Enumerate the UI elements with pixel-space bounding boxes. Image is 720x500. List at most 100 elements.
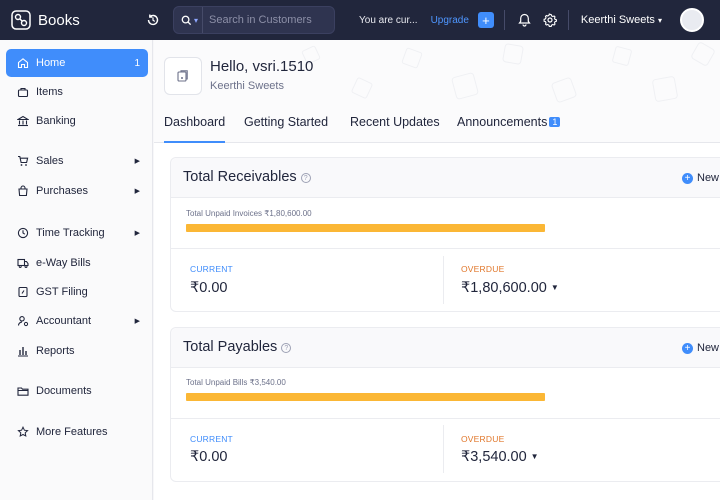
tab-label: Recent Updates (350, 115, 440, 129)
sidebar-item-label: e-Way Bills (36, 257, 91, 269)
sidebar: Home 1 Items Banking Sales ▶ Purchases ▶… (0, 40, 153, 500)
brand[interactable]: Books (0, 0, 154, 40)
sidebar-item-label: Time Tracking (36, 227, 105, 239)
org-logo-placeholder[interactable] (164, 57, 202, 95)
sidebar-item-items[interactable]: Items (6, 78, 148, 106)
unpaid-bills-label: Total Unpaid Bills ₹3,540.00 (186, 378, 286, 387)
announcements-count-badge: 1 (549, 117, 561, 127)
expand-arrow-icon[interactable]: ▶ (135, 187, 140, 195)
overdue-amount[interactable]: ₹3,540.00 ▼ (461, 449, 539, 465)
plus-icon: + (482, 12, 490, 28)
card-header: Total Receivables? + New (171, 158, 720, 198)
sidebar-item-label: Sales (36, 155, 64, 167)
divider (171, 248, 720, 249)
plus-circle-icon: + (682, 172, 693, 184)
star-icon (16, 425, 30, 439)
unpaid-invoices-label: Total Unpaid Invoices ₹1,80,600.00 (186, 209, 312, 218)
recent-history-icon[interactable] (143, 10, 163, 30)
notifications-bell-icon[interactable] (517, 12, 533, 28)
tab-getting-started[interactable]: Getting Started (244, 115, 328, 143)
overdue-bar-fill (186, 393, 545, 401)
payables-card: Total Payables? + New Total Unpaid Bills … (170, 327, 720, 482)
sidebar-item-label: Home (36, 57, 66, 69)
search-input[interactable] (203, 14, 324, 26)
caret-down-icon[interactable]: ▼ (531, 452, 539, 461)
receivables-title: Total Receivables (183, 169, 297, 185)
dashboard-header: Hello, vsri.1510 Keerthi Sweets Dashboar… (154, 40, 720, 143)
accountant-icon (16, 314, 30, 328)
tab-label: Dashboard (164, 115, 226, 129)
topbar-divider (503, 10, 505, 30)
sidebar-item-home[interactable]: Home 1 (6, 49, 148, 77)
overdue-amount[interactable]: ₹1,80,600.00 ▼ (461, 280, 559, 296)
chevron-down-icon: ▾ (657, 16, 662, 25)
sidebar-item-label: Banking (36, 115, 76, 127)
plus-circle-icon: + (682, 342, 693, 354)
expand-arrow-icon[interactable]: ▶ (135, 317, 140, 325)
overdue-label: OVERDUE (461, 264, 505, 274)
org-name: Keerthi Sweets (580, 14, 655, 26)
tab-dashboard[interactable]: Dashboard (164, 115, 226, 143)
search-box: ▾ (173, 6, 335, 34)
overdue-label: OVERDUE (461, 434, 505, 444)
search-icon (181, 15, 192, 25)
sidebar-item-purchases[interactable]: Purchases ▶ (6, 177, 148, 205)
upload-logo-icon (177, 70, 188, 82)
trial-status-text: You are cur... (359, 14, 418, 26)
new-label: New (697, 172, 720, 184)
payables-title: Total Payables (183, 339, 278, 355)
bag-icon (16, 184, 30, 198)
current-label: CURRENT (190, 434, 233, 444)
sidebar-item-time-tracking[interactable]: Time Tracking ▶ (6, 219, 148, 247)
search-scope-dropdown[interactable]: ▾ (174, 7, 204, 33)
home-icon (16, 56, 30, 70)
sidebar-item-accountant[interactable]: Accountant ▶ (6, 307, 148, 335)
new-payable-button[interactable]: + New (682, 342, 719, 354)
truck-icon (16, 256, 30, 270)
sidebar-item-sales[interactable]: Sales ▶ (6, 147, 148, 175)
books-logo-icon (11, 10, 31, 30)
caret-down-icon[interactable]: ▼ (551, 283, 559, 292)
current-amount[interactable]: ₹0.00 (190, 449, 227, 465)
sidebar-item-label: More Features (36, 426, 108, 438)
top-bar: Books ▾ You are cur... Upgrade + Keerthi… (0, 0, 720, 40)
help-icon[interactable]: ? (281, 343, 292, 353)
chevron-down-icon: ▾ (194, 15, 199, 25)
current-amount[interactable]: ₹0.00 (190, 280, 227, 296)
new-receivable-button[interactable]: + New (682, 172, 719, 184)
payables-progress-bar[interactable] (186, 393, 545, 401)
quick-create-button[interactable]: + (477, 12, 494, 28)
org-switcher[interactable]: Keerthi Sweets ▾ (581, 14, 662, 26)
tab-label: Announcements (457, 115, 548, 129)
current-label: CURRENT (190, 264, 233, 274)
app-name: Books (38, 11, 80, 29)
sidebar-item-label: GST Filing (36, 286, 88, 298)
overdue-bar-fill (186, 224, 545, 232)
settings-gear-icon[interactable] (542, 12, 558, 28)
items-icon (16, 85, 30, 99)
sidebar-item-more-features[interactable]: More Features (6, 418, 148, 446)
divider (443, 256, 444, 304)
organization-name: Keerthi Sweets (210, 80, 284, 92)
new-label: New (697, 342, 720, 354)
sidebar-item-documents[interactable]: Documents (6, 377, 148, 405)
sidebar-item-eway-bills[interactable]: e-Way Bills (6, 249, 148, 277)
card-header: Total Payables? + New (171, 328, 720, 368)
upgrade-link[interactable]: Upgrade (431, 15, 469, 26)
user-avatar[interactable] (679, 8, 704, 32)
tab-announcements[interactable]: Announcements 1 (457, 115, 561, 143)
reports-icon (16, 344, 30, 358)
expand-arrow-icon[interactable]: ▶ (135, 229, 140, 237)
sidebar-item-banking[interactable]: Banking (6, 107, 148, 135)
clock-icon (16, 226, 30, 240)
card-title: Total Payables? (183, 339, 292, 355)
overdue-value: ₹3,540.00 (461, 449, 527, 465)
receivables-progress-bar[interactable] (186, 224, 545, 232)
tab-recent-updates[interactable]: Recent Updates (350, 115, 440, 143)
help-icon[interactable]: ? (300, 173, 311, 183)
sidebar-item-reports[interactable]: Reports (6, 337, 148, 365)
expand-arrow-icon[interactable]: ▶ (135, 157, 140, 165)
topbar-divider (567, 10, 569, 30)
sidebar-item-label: Purchases (36, 185, 88, 197)
sidebar-item-gst-filing[interactable]: GST Filing (6, 278, 148, 306)
